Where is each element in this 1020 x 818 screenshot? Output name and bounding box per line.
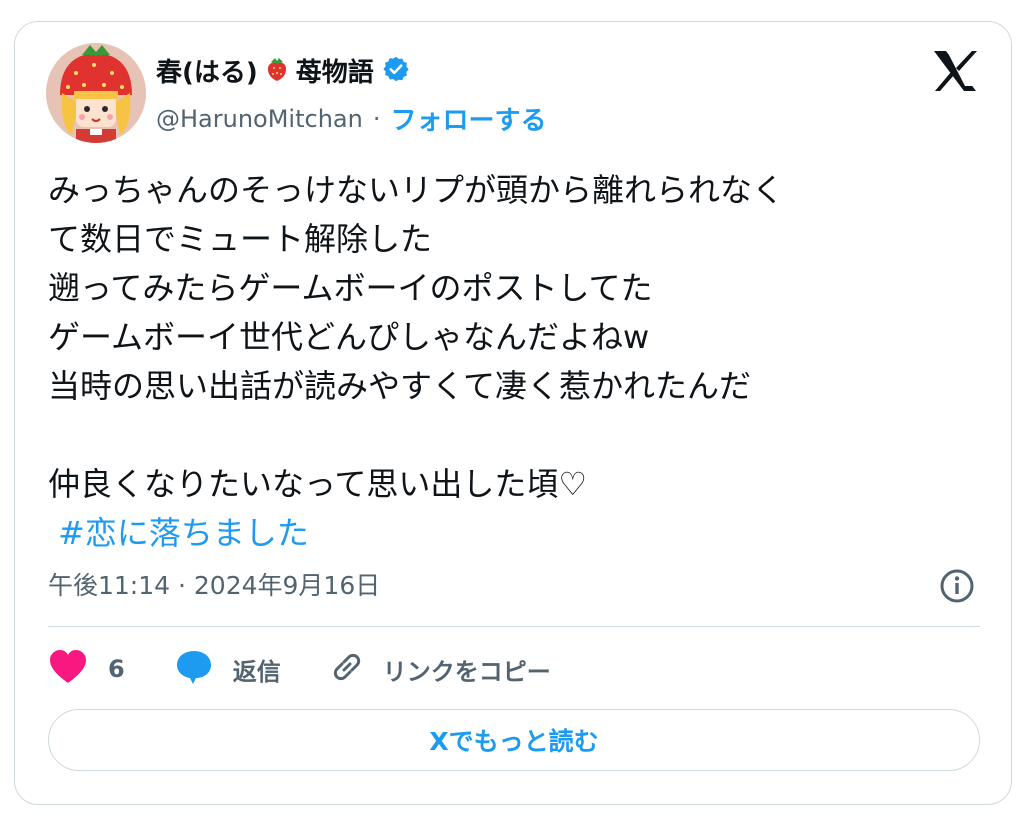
author-handle-row: @HarunoMitchan · フォローする	[156, 100, 547, 137]
separator-dot: ·	[372, 104, 381, 133]
read-more-button[interactable]: Xでもっと読む	[48, 709, 980, 771]
tweet-line: ゲームボーイ世代どんぴしゃなんだよねw	[48, 318, 650, 356]
speech-bubble-icon	[175, 649, 213, 689]
like-count: 6	[108, 655, 125, 683]
like-button[interactable]: 6	[48, 649, 125, 689]
author-name-row[interactable]: 春(はる) 苺物語	[156, 52, 410, 89]
reply-button[interactable]: 返信	[175, 649, 281, 689]
tweet-line: 当時の思い出話が読みやすくて凄く惹かれたんだ	[48, 367, 752, 405]
tweet-line: みっちゃんのそっけないリプが頭から離れられなく	[48, 171, 785, 209]
tweet-line: て数日でミュート解除した	[48, 220, 433, 258]
action-bar: 6 返信 リンクをコピー	[48, 645, 551, 693]
tweet-line: 遡ってみたらゲームボーイのポストしてた	[48, 269, 653, 307]
x-logo-icon[interactable]	[932, 50, 978, 92]
copy-link-label: リンクをコピー	[382, 657, 551, 686]
author-handle[interactable]: @HarunoMitchan	[156, 105, 363, 133]
copy-link-button[interactable]: リンクをコピー	[329, 649, 551, 689]
hashtag-link[interactable]: #恋に落ちました	[48, 514, 309, 552]
reply-label: 返信	[232, 657, 281, 686]
strawberry-icon	[266, 56, 288, 86]
tweet-text: みっちゃんのそっけないリプが頭から離れられなく て数日でミュート解除した 遡って…	[48, 166, 988, 558]
verified-badge-icon	[382, 55, 410, 87]
link-icon	[329, 649, 365, 689]
info-icon[interactable]	[938, 567, 976, 605]
tweet-line: 仲良くなりたいなって思い出した頃♡	[48, 465, 588, 503]
heart-icon	[48, 649, 88, 689]
avatar[interactable]	[46, 43, 146, 143]
follow-button[interactable]: フォローする	[390, 100, 546, 137]
author-display-name[interactable]: 春(はる)	[156, 52, 258, 89]
author-name-suffix[interactable]: 苺物語	[296, 52, 374, 89]
tweet-timestamp[interactable]: 午後11:14 · 2024年9月16日	[48, 566, 380, 602]
divider	[48, 626, 980, 627]
